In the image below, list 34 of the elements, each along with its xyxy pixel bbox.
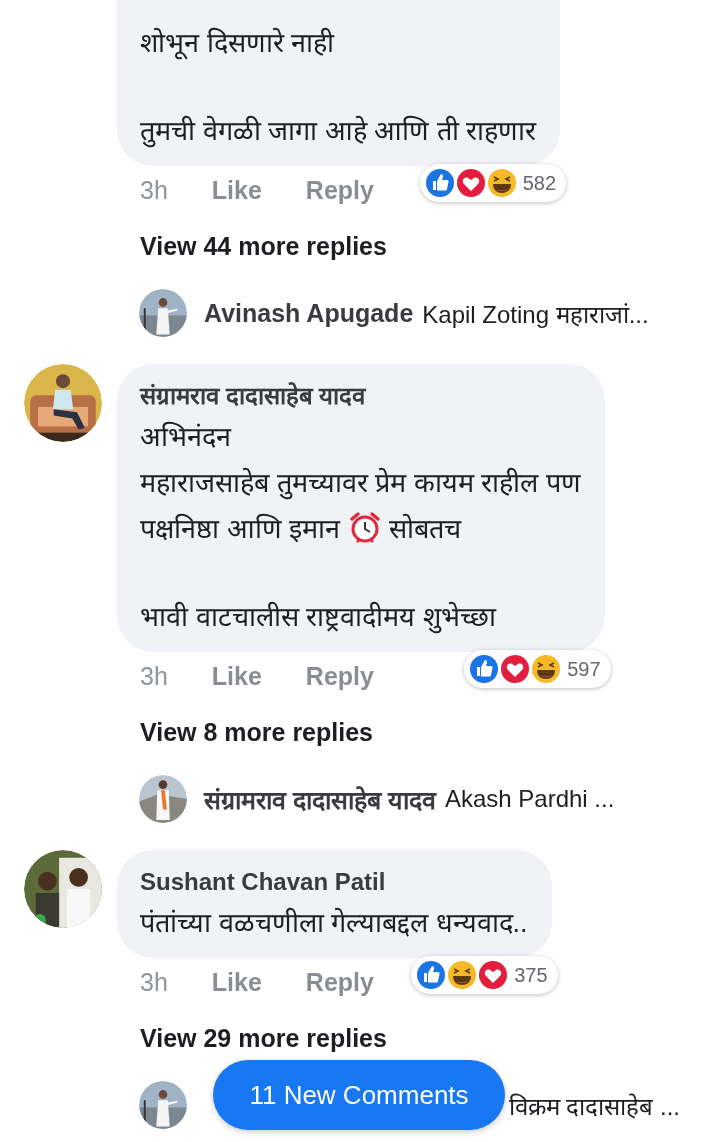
view-replies-link[interactable]: View 29 more replies — [117, 1020, 696, 1056]
new-comments-button[interactable]: 11 New Comments — [213, 1060, 505, 1130]
comment-text: अभिनंदन — [140, 420, 233, 454]
avatar — [139, 775, 187, 823]
view-replies-link[interactable]: View 8 more replies — [117, 714, 696, 750]
reaction-summary[interactable]: 582 — [419, 164, 566, 202]
comment-text: भावी वाटचालीस राष्ट्रवादीमय शुभेच्छा — [140, 600, 498, 636]
comment-text: पंतांच्या वळचणीला गेल्याबद्दल धन्यवाद.. — [140, 906, 528, 940]
reply-snippet: Kapil Zoting महाराजां... — [422, 299, 649, 330]
view-replies-link[interactable]: View 44 more replies — [117, 228, 696, 264]
reply-snippet: Akash Pardhi ... — [444, 785, 615, 813]
reply-author-name[interactable]: संग्रामराव दादासाहेब यादव — [204, 782, 436, 816]
reply-author-name[interactable]: Avinash Apugade — [204, 298, 414, 328]
timestamp: 3h — [140, 661, 168, 692]
author-name[interactable]: Sushant Chavan Patil — [140, 864, 528, 900]
reply-snippet: विक्रम दादासाहेब ... — [508, 1091, 680, 1122]
reply-link[interactable]: Reply — [305, 962, 374, 1002]
reply-link[interactable]: Reply — [305, 656, 374, 696]
like-link[interactable]: Like — [211, 170, 262, 210]
comment-text: पक्षनिष्ठा आणि इमान सोबतच — [140, 506, 581, 552]
comment-text: महाराजसाहेब तुमच्यावर प्रेम कायम राहील पण — [140, 466, 581, 502]
timestamp: 3h — [140, 967, 168, 998]
comment-text: तुमची वेगळी जागा आहे आणि ती राहणार — [140, 114, 536, 150]
timestamp: 3h — [140, 175, 168, 206]
author-name[interactable]: संग्रामराव दादासाहेब यादव — [140, 378, 581, 414]
reaction-summary[interactable]: 375 — [411, 956, 558, 994]
reaction-summary[interactable]: 597 — [464, 650, 611, 688]
comment-text: शोभून दिसणारे नाही — [140, 26, 336, 62]
avatar — [139, 289, 187, 337]
like-link[interactable]: Like — [211, 656, 262, 696]
reply-link[interactable]: Reply — [305, 170, 374, 210]
avatar — [139, 1081, 187, 1129]
like-link[interactable]: Like — [211, 962, 262, 1002]
alarm-clock-icon — [347, 510, 382, 544]
